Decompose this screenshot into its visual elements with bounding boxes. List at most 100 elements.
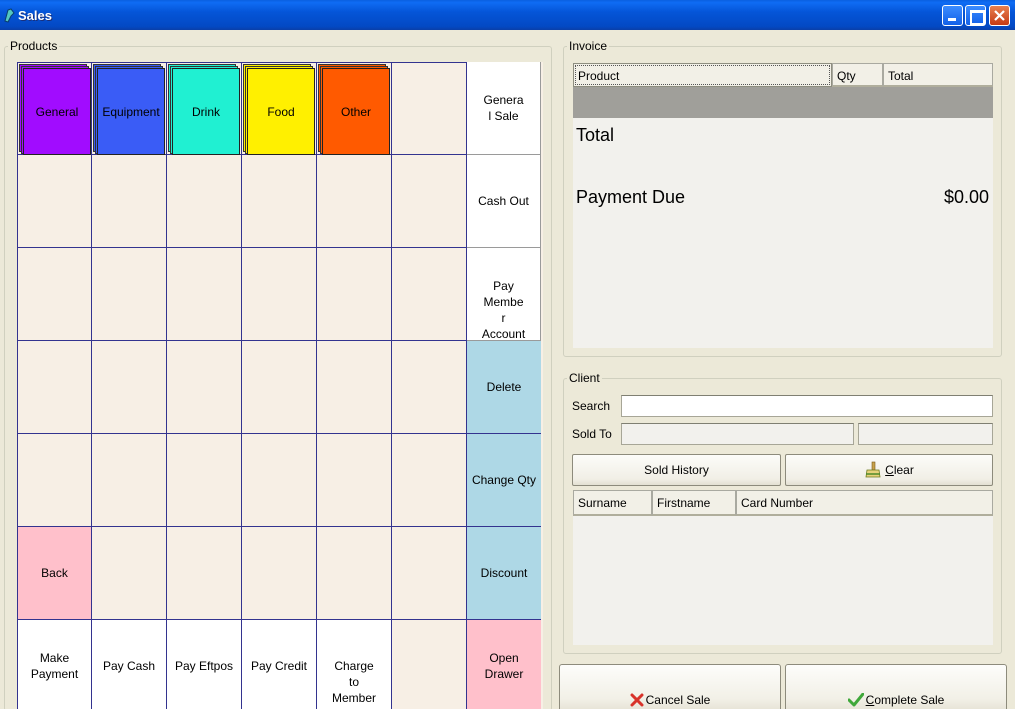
search-label: Search bbox=[572, 399, 611, 413]
complete-mnemonic: C bbox=[865, 693, 875, 707]
category-cell-drink[interactable]: Drink bbox=[167, 62, 242, 155]
cancel-sale-label: Cancel Sale bbox=[645, 693, 711, 707]
client-legend: Client bbox=[567, 371, 602, 385]
payment-due-label: Payment Due bbox=[576, 187, 686, 207]
category-equipment[interactable]: Equipment bbox=[92, 63, 167, 156]
category-drink[interactable]: Drink bbox=[167, 63, 242, 156]
pay-eftpos-button[interactable]: Pay Eftpos bbox=[167, 620, 242, 709]
grid-cell[interactable] bbox=[242, 248, 317, 341]
grid-cell[interactable] bbox=[242, 155, 317, 248]
grid-cell[interactable] bbox=[17, 248, 92, 341]
charge-to-member-button[interactable]: Charge to Member bbox=[317, 620, 392, 709]
app-icon bbox=[4, 8, 15, 23]
grid-cell[interactable] bbox=[242, 434, 317, 527]
grid-cell[interactable] bbox=[92, 248, 167, 341]
client-col-surname[interactable]: Surname bbox=[573, 490, 652, 516]
checkmark-icon bbox=[847, 693, 864, 707]
category-cell-food[interactable]: Food bbox=[242, 62, 317, 155]
grid-cell[interactable] bbox=[17, 341, 92, 434]
complete-sale-label: omplete Sale bbox=[874, 693, 945, 707]
client-col-firstname[interactable]: Firstname bbox=[652, 490, 736, 516]
grid-cell[interactable] bbox=[392, 620, 467, 709]
cash-out-button[interactable]: Cash Out bbox=[467, 155, 541, 248]
invoice-col-qty[interactable]: Qty bbox=[832, 63, 883, 87]
clear-button[interactable]: Clear bbox=[785, 454, 993, 486]
grid-cell[interactable] bbox=[392, 434, 467, 527]
grid-cell[interactable] bbox=[167, 527, 242, 620]
complete-sale-button[interactable]: Complete Sale bbox=[785, 664, 1007, 709]
grid-cell[interactable] bbox=[317, 527, 392, 620]
search-input[interactable] bbox=[621, 395, 993, 417]
invoice-legend: Invoice bbox=[567, 39, 610, 53]
minimize-button[interactable] bbox=[942, 5, 963, 26]
invoice-col-total[interactable]: Total bbox=[883, 63, 993, 87]
sold-to-field[interactable] bbox=[621, 423, 854, 445]
cancel-sale-button[interactable]: Cancel Sale bbox=[559, 664, 781, 709]
grid-cell[interactable] bbox=[392, 341, 467, 434]
clear-label: lear bbox=[893, 463, 914, 477]
grid-cell[interactable] bbox=[17, 155, 92, 248]
back-button[interactable]: Back bbox=[17, 527, 92, 620]
category-general-label: General bbox=[23, 68, 91, 155]
grid-cell[interactable] bbox=[167, 248, 242, 341]
red-x-icon bbox=[630, 693, 644, 707]
category-cell-general[interactable]: General bbox=[17, 62, 92, 155]
product-grid: General Equipment Drink Food Other Gener… bbox=[17, 62, 543, 709]
category-cell-other[interactable]: Other bbox=[317, 62, 392, 155]
invoice-header: Product Qty Total bbox=[573, 63, 993, 87]
grid-cell[interactable] bbox=[92, 527, 167, 620]
grid-cell[interactable] bbox=[317, 248, 392, 341]
client-col-card-number[interactable]: Card Number bbox=[736, 490, 993, 516]
invoice-items-area[interactable] bbox=[573, 87, 993, 118]
open-drawer-button[interactable]: Open Drawer bbox=[467, 620, 541, 709]
grid-cell[interactable] bbox=[317, 341, 392, 434]
grid-cell[interactable] bbox=[317, 155, 392, 248]
grid-cell[interactable] bbox=[317, 434, 392, 527]
grid-cell[interactable] bbox=[242, 341, 317, 434]
grid-cell[interactable] bbox=[17, 434, 92, 527]
grid-cell[interactable] bbox=[92, 155, 167, 248]
grid-cell[interactable] bbox=[392, 62, 467, 155]
invoice-summary bbox=[573, 118, 993, 348]
sold-to-label: Sold To bbox=[572, 427, 612, 441]
close-button[interactable] bbox=[989, 5, 1010, 26]
category-other[interactable]: Other bbox=[317, 63, 392, 156]
title-bar: Sales bbox=[0, 0, 1015, 30]
client-table-body[interactable] bbox=[573, 516, 993, 645]
close-icon bbox=[994, 10, 1005, 21]
invoice-total-label: Total bbox=[576, 125, 615, 145]
grid-cell[interactable] bbox=[392, 527, 467, 620]
products-legend: Products bbox=[8, 39, 60, 53]
broom-icon bbox=[865, 461, 881, 478]
pay-member-account-button[interactable]: Pay Membe r Account bbox=[467, 248, 541, 341]
category-general[interactable]: General bbox=[18, 63, 93, 156]
category-equipment-label: Equipment bbox=[97, 68, 165, 155]
grid-cell[interactable] bbox=[92, 341, 167, 434]
grid-cell[interactable] bbox=[167, 434, 242, 527]
payment-due-value: $0.00 bbox=[943, 187, 989, 207]
maximize-button[interactable] bbox=[965, 5, 986, 26]
change-qty-button[interactable]: Change Qty bbox=[467, 434, 541, 527]
delete-button[interactable]: Delete bbox=[467, 341, 541, 434]
grid-cell[interactable] bbox=[392, 155, 467, 248]
pay-credit-button[interactable]: Pay Credit bbox=[242, 620, 317, 709]
sold-to-extra-field[interactable] bbox=[858, 423, 993, 445]
category-other-label: Other bbox=[322, 68, 390, 155]
sold-history-button[interactable]: Sold History bbox=[572, 454, 781, 486]
invoice-col-product[interactable]: Product bbox=[573, 63, 832, 87]
category-drink-label: Drink bbox=[172, 68, 240, 155]
pay-cash-button[interactable]: Pay Cash bbox=[92, 620, 167, 709]
grid-cell[interactable] bbox=[242, 527, 317, 620]
category-food[interactable]: Food bbox=[242, 63, 317, 156]
category-food-label: Food bbox=[247, 68, 315, 155]
grid-cell[interactable] bbox=[167, 155, 242, 248]
make-payment-button[interactable]: Make Payment bbox=[17, 620, 92, 709]
discount-button[interactable]: Discount bbox=[467, 527, 541, 620]
grid-cell[interactable] bbox=[92, 434, 167, 527]
client-table-header: Surname Firstname Card Number bbox=[573, 490, 993, 516]
window-title: Sales bbox=[18, 8, 52, 23]
grid-cell[interactable] bbox=[167, 341, 242, 434]
grid-cell[interactable] bbox=[392, 248, 467, 341]
general-sale-button[interactable]: Genera l Sale bbox=[467, 62, 541, 155]
category-cell-equipment[interactable]: Equipment bbox=[92, 62, 167, 155]
